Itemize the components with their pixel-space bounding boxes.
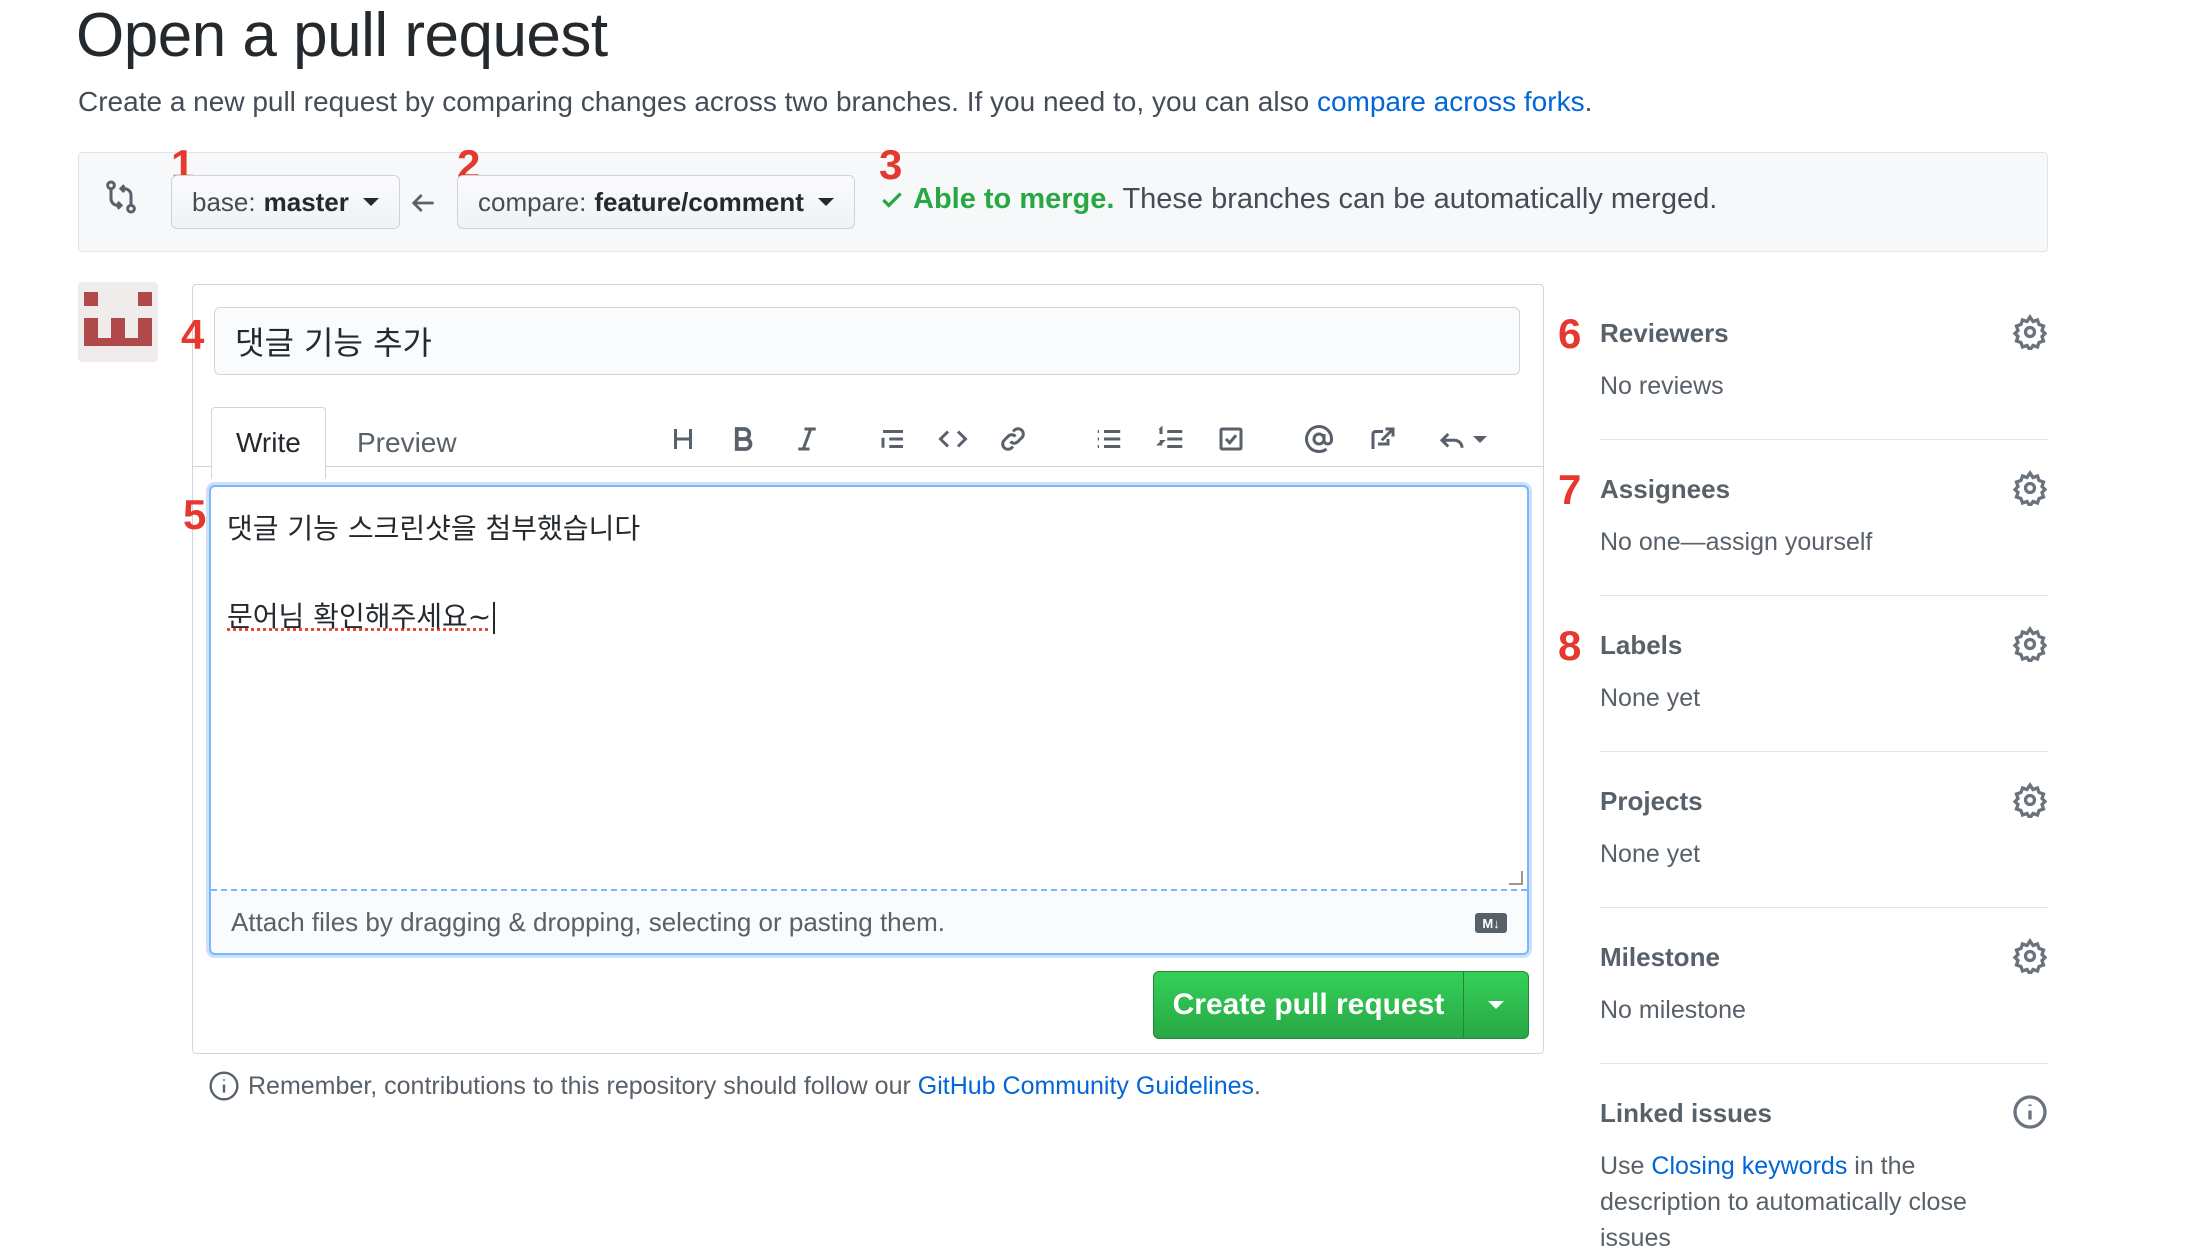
base-branch-button[interactable]: base: master — [171, 175, 400, 229]
resize-handle[interactable] — [1509, 871, 1523, 885]
arrow-left-icon — [407, 187, 439, 219]
info-icon[interactable] — [2012, 1094, 2048, 1130]
compare-branch-button[interactable]: compare: feature/comment — [457, 175, 855, 229]
quote-icon[interactable] — [873, 419, 913, 459]
merge-status: Able to merge. These branches can be aut… — [879, 183, 1717, 216]
page-subtitle: Create a new pull request by comparing c… — [78, 86, 1592, 118]
numbered-list-icon[interactable] — [1151, 419, 1191, 459]
saved-replies-icon[interactable] — [1427, 419, 1497, 459]
linked-issues-line1-suffix: in the — [1847, 1152, 1916, 1180]
labels-heading: Labels — [1600, 630, 1683, 660]
sidebar-milestone: Milestone No milestone — [1600, 938, 2048, 1064]
chevron-down-icon — [1488, 1001, 1504, 1009]
marker-7: 7 — [1558, 466, 1582, 513]
projects-heading: Projects — [1600, 786, 1703, 816]
subtitle-suffix: . — [1584, 86, 1593, 117]
attach-hint: Attach files by dragging & dropping, sel… — [231, 906, 945, 937]
italic-icon[interactable] — [787, 419, 827, 459]
marker-5: 5 — [183, 491, 207, 538]
create-pull-request-button[interactable]: Create pull request — [1153, 971, 1529, 1039]
marker-8: 8 — [1558, 622, 1582, 669]
reviewers-heading: Reviewers — [1600, 318, 1729, 348]
tab-write[interactable]: Write — [211, 407, 326, 479]
marker-6: 6 — [1558, 310, 1582, 357]
milestone-heading: Milestone — [1600, 942, 1720, 972]
compare-arrows-icon — [101, 177, 141, 217]
comment-body-textarea[interactable]: 댓글 기능 스크린샷을 첨부했습니다 문어님 확인해주세요~ Attach fi… — [209, 485, 1529, 955]
heading-icon[interactable] — [663, 419, 703, 459]
remember-text: Remember, contributions to this reposito… — [248, 1071, 918, 1100]
gear-icon[interactable] — [2012, 626, 2048, 665]
pull-request-composer: 4 댓글 기능 추가 Write Preview 5 댓글 기능 스크린샷을 첨… — [181, 284, 1544, 1054]
sidebar-projects: Projects None yet — [1600, 782, 2048, 908]
chevron-down-icon — [817, 198, 834, 206]
linked-issues-description: Use Closing keywords in the description … — [1600, 1148, 1967, 1256]
check-icon — [879, 187, 905, 213]
text-cursor — [493, 602, 496, 634]
create-options-dropdown[interactable] — [1464, 972, 1528, 1038]
projects-value: None yet — [1600, 840, 1701, 868]
gear-icon[interactable] — [2012, 470, 2048, 509]
body-line-1: 댓글 기능 스크린샷을 첨부했습니다 — [227, 512, 641, 545]
closing-keywords-link[interactable]: Closing keywords — [1651, 1152, 1847, 1180]
editor-tabs: Write Preview — [193, 397, 1543, 479]
marker-3: 3 — [879, 141, 903, 188]
compare-branch-name: feature/comment — [594, 186, 804, 217]
merge-status-label: Able to merge. — [913, 183, 1115, 215]
create-pull-request-label[interactable]: Create pull request — [1154, 972, 1464, 1038]
community-guidelines-link[interactable]: GitHub Community Guidelines — [918, 1072, 1254, 1100]
mention-icon[interactable] — [1299, 419, 1339, 459]
body-line-3: 문어님 확인해주세요~ — [227, 600, 492, 633]
base-branch-name: master — [263, 186, 349, 217]
tab-preview[interactable]: Preview — [333, 407, 481, 479]
contribution-guidelines-note: Remember, contributions to this reposito… — [208, 1070, 1261, 1102]
cross-reference-icon[interactable] — [1363, 419, 1403, 459]
markdown-icon[interactable]: M↓ — [1475, 913, 1507, 933]
linked-issues-line2: description to automatically close — [1600, 1188, 1967, 1216]
assignees-value[interactable]: No one—assign yourself — [1600, 524, 1872, 560]
marker-4: 4 — [181, 311, 205, 358]
linked-issues-use: Use — [1600, 1152, 1652, 1180]
assignees-heading: Assignees — [1600, 474, 1731, 504]
code-icon[interactable] — [933, 419, 973, 459]
info-icon — [208, 1070, 240, 1102]
gear-icon[interactable] — [2012, 314, 2048, 353]
page-title: Open a pull request — [76, 1, 608, 70]
chevron-down-icon — [362, 198, 379, 206]
linked-issues-line3: issues — [1600, 1224, 1671, 1252]
attach-files-bar[interactable]: Attach files by dragging & dropping, sel… — [211, 889, 1527, 953]
bulleted-list-icon[interactable] — [1089, 419, 1129, 459]
subtitle-text: Create a new pull request by comparing c… — [78, 86, 1317, 117]
branch-range-editor: 1 base: master 2 compare: feature/commen… — [78, 141, 2048, 252]
gear-icon[interactable] — [2012, 782, 2048, 821]
gear-icon[interactable] — [2012, 938, 2048, 977]
merge-status-message: These branches can be automatically merg… — [1122, 183, 1718, 215]
avatar — [78, 282, 158, 362]
reviewers-value: No reviews — [1600, 372, 1724, 400]
base-label: base: — [192, 186, 256, 217]
linked-issues-heading: Linked issues — [1600, 1098, 1772, 1128]
comment-body-text: 댓글 기능 스크린샷을 첨부했습니다 문어님 확인해주세요~ — [227, 507, 640, 639]
title-input[interactable]: 댓글 기능 추가 — [214, 307, 1520, 375]
task-list-icon[interactable] — [1211, 419, 1251, 459]
bold-icon[interactable] — [723, 419, 763, 459]
sidebar-reviewers: 6 Reviewers No reviews — [1558, 310, 2048, 440]
compare-label: compare: — [478, 186, 587, 217]
link-icon[interactable] — [993, 419, 1033, 459]
remember-suffix: . — [1254, 1071, 1261, 1100]
compare-across-forks-link[interactable]: compare across forks — [1317, 86, 1585, 117]
milestone-value: No milestone — [1600, 996, 1746, 1024]
labels-value: None yet — [1600, 684, 1701, 712]
sidebar-labels: 8 Labels None yet — [1558, 622, 2048, 752]
chevron-down-icon — [1473, 435, 1487, 443]
sidebar-assignees: 7 Assignees No one—assign yourself — [1558, 466, 2048, 596]
sidebar-linked-issues: Linked issues Use Closing keywords in th… — [1600, 1095, 2048, 1252]
